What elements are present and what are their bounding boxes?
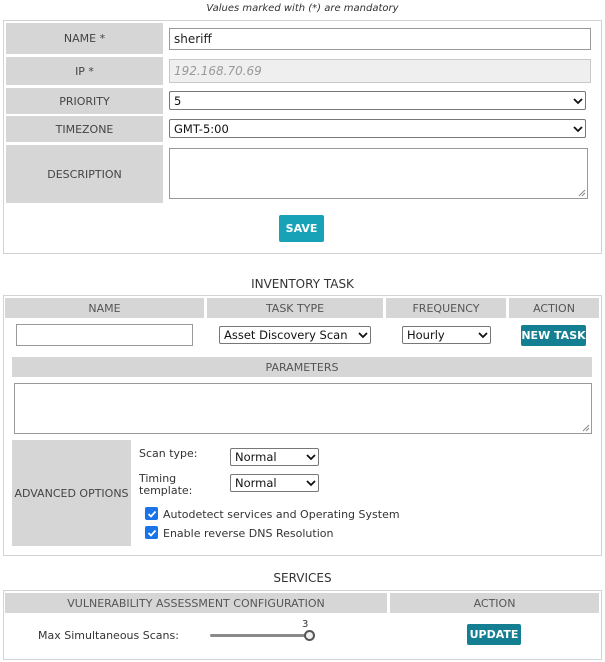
col-header-task-type: TASK TYPE [207,298,383,318]
col-header-frequency: FREQUENCY [386,298,506,318]
chevron-down-icon [573,97,583,105]
task-type-select[interactable]: Asset Discovery Scan [219,326,371,344]
frequency-value: Hourly [407,328,445,342]
description-textarea[interactable] [169,148,588,199]
chevron-down-icon [573,125,583,133]
col-header-action: ACTION [509,298,599,318]
autodetect-checkbox[interactable] [145,507,158,520]
col-header-services-action: ACTION [390,593,599,613]
task-name-input[interactable] [16,324,193,346]
chevron-down-icon [478,331,488,339]
task-type-value: Asset Discovery Scan [224,328,348,342]
timing-template-label: Timing template: [139,473,192,497]
name-input[interactable]: sheriff [169,28,591,50]
max-scans-value: 3 [302,619,309,630]
advanced-options-label: ADVANCED OPTIONS [12,440,131,546]
max-scans-label: Max Simultaneous Scans: [38,629,179,642]
timezone-label: TIMEZONE [6,116,163,142]
col-header-name: NAME [5,298,204,318]
max-scans-slider[interactable] [210,630,318,642]
parameters-textarea[interactable] [14,383,592,434]
resize-grip-icon [582,424,590,432]
check-icon [147,510,156,518]
chevron-down-icon [306,479,316,487]
timing-template-select[interactable]: Normal [230,474,319,492]
ip-input: 192.168.70.69 [169,59,591,83]
col-header-va-config: VULNERABILITY ASSESSMENT CONFIGURATION [5,593,387,613]
priority-value: 5 [174,93,182,108]
timing-value: Normal [235,476,277,490]
inventory-title: INVENTORY TASK [251,277,354,291]
timing-label-line2: template: [139,484,193,497]
slider-track [210,634,314,637]
services-title: SERVICES [273,571,332,585]
save-button[interactable]: SAVE [279,215,324,242]
priority-select[interactable]: 5 [169,91,586,110]
new-task-button[interactable]: NEW TASK [521,325,586,346]
priority-label: PRIORITY [6,88,163,114]
name-label: NAME * [6,23,163,54]
slider-thumb[interactable] [304,630,315,641]
frequency-select[interactable]: Hourly [402,326,491,344]
autodetect-label: Autodetect services and Operating System [163,508,400,521]
chevron-down-icon [306,453,316,461]
reverse-dns-checkbox[interactable] [145,526,158,539]
update-button[interactable]: UPDATE [467,624,521,645]
timezone-value: GMT-5:00 [174,121,229,136]
timezone-select[interactable]: GMT-5:00 [169,119,586,138]
scan-type-select[interactable]: Normal [230,448,319,466]
reverse-dns-label: Enable reverse DNS Resolution [163,527,334,540]
resize-grip-icon [578,189,586,197]
description-label: DESCRIPTION [6,145,163,203]
chevron-down-icon [358,331,368,339]
check-icon [147,529,156,537]
scan-type-label: Scan type: [139,447,198,460]
ip-label: IP * [6,57,163,85]
mandatory-note: Values marked with (*) are mandatory [206,3,399,14]
parameters-header: PARAMETERS [12,357,592,377]
scan-type-value: Normal [235,450,277,464]
